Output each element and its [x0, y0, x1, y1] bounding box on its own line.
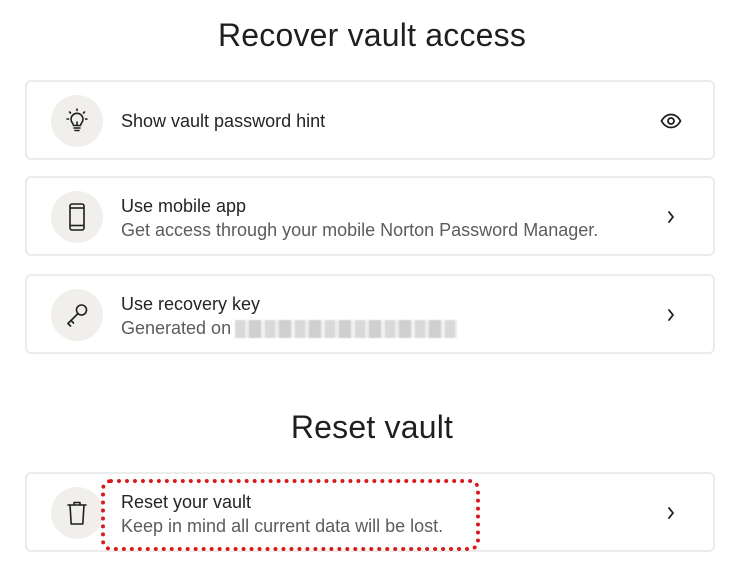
generated-on-label: Generated on: [121, 318, 232, 338]
recovery-key-text: Use recovery key Generated on: [121, 293, 458, 339]
trash-icon: [51, 487, 103, 539]
chevron-right-icon[interactable]: [659, 206, 683, 228]
chevron-right-icon[interactable]: [659, 304, 683, 326]
show-password-hint-card[interactable]: Show vault password hint: [25, 80, 715, 160]
recover-section-title: Recover vault access: [217, 17, 527, 53]
use-mobile-app-card[interactable]: Use mobile app Get access through your m…: [25, 176, 715, 256]
recover-vault-page: Recover vault access Show vault password…: [0, 0, 744, 582]
use-recovery-key-card[interactable]: Use recovery key Generated on: [25, 274, 715, 354]
reset-vault-card[interactable]: Reset your vault Keep in mind all curren…: [25, 472, 715, 552]
recovery-key-subtitle: Generated on: [121, 317, 458, 339]
mobile-text: Use mobile app Get access through your m…: [121, 195, 598, 241]
mobile-subtitle: Get access through your mobile Norton Pa…: [121, 220, 599, 240]
reset-title: Reset your vault: [121, 492, 252, 512]
reset-section-title: Reset vault: [290, 409, 454, 445]
key-icon: [51, 289, 103, 341]
eye-icon[interactable]: [659, 110, 683, 132]
phone-icon: [51, 191, 103, 243]
lightbulb-icon: [51, 95, 103, 147]
hint-title: Show vault password hint: [121, 111, 326, 131]
redacted-date: [235, 320, 458, 339]
chevron-right-icon[interactable]: [659, 502, 683, 524]
reset-subtitle: Keep in mind all current data will be lo…: [121, 516, 444, 536]
recovery-key-title: Use recovery key: [121, 294, 261, 314]
reset-text: Reset your vault Keep in mind all curren…: [121, 491, 443, 537]
hint-text: Show vault password hint: [121, 110, 325, 132]
mobile-title: Use mobile app: [121, 196, 247, 216]
